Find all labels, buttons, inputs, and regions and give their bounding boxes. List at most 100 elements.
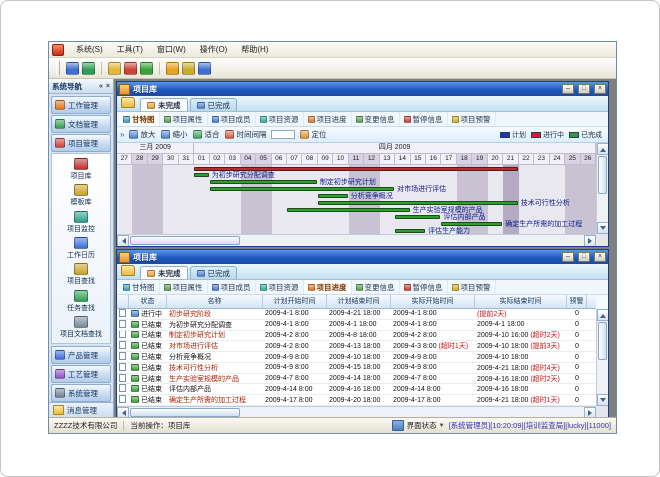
lock-icon[interactable]: [166, 62, 179, 75]
gantt-bar[interactable]: [287, 208, 410, 212]
gantt-bar[interactable]: [210, 187, 394, 191]
table-header-cell[interactable]: 状态: [129, 295, 167, 309]
view-tab[interactable]: 暂停信息: [400, 280, 448, 294]
scroll-right-button[interactable]: [584, 407, 596, 418]
menu-item[interactable]: 系统(S): [69, 43, 110, 56]
mail-icon[interactable]: [108, 62, 121, 75]
view-tab[interactable]: 项目预警: [448, 112, 496, 126]
sidebar-group[interactable]: 工作管理: [51, 96, 111, 114]
menu-item[interactable]: 帮助(H): [234, 43, 275, 56]
table-row[interactable]: 已结束制定初步研究计划2009-4-2 8:002009-4-8 18:0020…: [117, 331, 596, 342]
view-tab[interactable]: 项目属性: [160, 112, 208, 126]
v-scrollbar[interactable]: [596, 143, 608, 234]
sidebar-group[interactable]: 系统管理: [51, 384, 111, 402]
view-tab[interactable]: 项目预警: [448, 280, 496, 294]
gantt-bar[interactable]: [441, 222, 502, 226]
run-icon[interactable]: [140, 62, 153, 75]
dropdown-icon[interactable]: ▼: [439, 423, 445, 429]
folder-tab[interactable]: 已完成: [190, 98, 238, 111]
gantt-bar[interactable]: [194, 173, 208, 177]
table-header-cell[interactable]: 成: [587, 295, 596, 309]
folder-tab[interactable]: 未完成: [140, 266, 188, 279]
sidebar-group[interactable]: 文档管理: [51, 115, 111, 133]
gantt-bar[interactable]: [318, 194, 348, 198]
fit-button[interactable]: 适合: [190, 129, 222, 140]
folder-tab[interactable]: 未完成: [140, 98, 188, 111]
scroll-left-button[interactable]: [117, 235, 129, 247]
time-interval-button[interactable]: 时间间隔: [222, 129, 269, 140]
scroll-down-button[interactable]: [597, 222, 609, 234]
zoom-out-button[interactable]: 缩小: [158, 129, 190, 140]
scroll-up-button[interactable]: [597, 143, 609, 155]
network-icon[interactable]: [82, 62, 95, 75]
key-icon[interactable]: [182, 62, 195, 75]
table-row[interactable]: 已结束生产实验室规模的产品2009-4-7 8:002009-4-14 18:0…: [117, 374, 596, 385]
sidebar-item[interactable]: 项目查找: [52, 262, 110, 288]
sidebar-group[interactable]: 项目管理: [51, 134, 111, 152]
ui-state-label[interactable]: 界面状态: [407, 420, 437, 431]
sidebar-item[interactable]: 模板库: [52, 182, 110, 208]
view-tab[interactable]: 变更信息: [352, 280, 400, 294]
table-header-cell[interactable]: [117, 295, 129, 309]
sidebar-group[interactable]: 工艺管理: [51, 365, 111, 383]
minimize-button[interactable]: –: [562, 84, 574, 94]
view-tab[interactable]: 项目成员: [208, 112, 256, 126]
view-tab[interactable]: 项目进度: [304, 112, 352, 126]
sidebar-item[interactable]: 工作日历: [52, 235, 110, 261]
window-titlebar[interactable]: 项目库 – □ ×: [117, 82, 608, 96]
maximize-button[interactable]: □: [578, 84, 590, 94]
time-interval-select[interactable]: [271, 130, 295, 139]
view-tab[interactable]: 项目属性: [160, 280, 208, 294]
scroll-thumb[interactable]: [598, 156, 607, 194]
h-scrollbar[interactable]: [117, 234, 596, 246]
table-row[interactable]: 已结束对市场进行评估2009-4-2 8:002009-4-13 18:0020…: [117, 341, 596, 352]
view-tab[interactable]: 项目资源: [256, 280, 304, 294]
table-row[interactable]: 已结束确定生产所需的加工过程2009-4-17 8:002009-4-20 18…: [117, 395, 596, 406]
table-header-cell[interactable]: 实际结束时间: [475, 295, 567, 309]
maximize-button[interactable]: □: [578, 252, 590, 262]
sidebar-item[interactable]: 项目监控: [52, 209, 110, 235]
sidebar-item[interactable]: 项目库: [52, 156, 110, 182]
table-row[interactable]: 已结束分析竞争概况2009-4-9 8:002009-4-10 18:00200…: [117, 352, 596, 363]
table-header-cell[interactable]: 名称: [167, 295, 263, 309]
close-button[interactable]: ×: [594, 252, 606, 262]
table-header-cell[interactable]: 计划开始时间: [263, 295, 327, 309]
h-scrollbar[interactable]: [117, 406, 596, 417]
view-tab[interactable]: 暂停信息: [400, 112, 448, 126]
sidebar-item[interactable]: 项目文档查找: [52, 315, 110, 341]
menu-item[interactable]: 工具(T): [110, 43, 150, 56]
scroll-right-button[interactable]: [584, 235, 596, 247]
sidebar-bottom-tab[interactable]: 消息管理: [49, 402, 113, 417]
view-tab[interactable]: 甘特图: [119, 280, 160, 294]
gantt-bar[interactable]: [318, 201, 518, 205]
gantt-bar[interactable]: [395, 229, 425, 233]
table-header-cell[interactable]: 计划结束时间: [327, 295, 391, 309]
save-icon[interactable]: [66, 62, 79, 75]
sidebar-group[interactable]: 产品管理: [51, 346, 111, 364]
menu-item[interactable]: 窗口(W): [150, 43, 193, 56]
folder-tab[interactable]: 已完成: [190, 266, 238, 279]
table-row[interactable]: 已结束技术可行性分析2009-4-9 8:002009-4-15 18:0020…: [117, 363, 596, 374]
scroll-thumb[interactable]: [598, 322, 607, 360]
gantt-bar[interactable]: [395, 215, 440, 219]
table-header-cell[interactable]: 实际开始时间: [391, 295, 475, 309]
table-row[interactable]: 已结束评估内部产品2009-4-14 8:002009-4-16 18:0020…: [117, 384, 596, 395]
close-icon[interactable]: ×: [106, 82, 110, 91]
scroll-down-button[interactable]: [597, 394, 609, 406]
scroll-thumb[interactable]: [130, 236, 240, 245]
scroll-left-button[interactable]: [117, 407, 129, 418]
table-row[interactable]: 进行中初步研究阶段2009-4-1 8:002009-4-21 18:00200…: [117, 309, 596, 320]
view-tab[interactable]: 项目成员: [208, 280, 256, 294]
menu-item[interactable]: 操作(O): [193, 43, 235, 56]
window-titlebar[interactable]: 项目库 – □ ×: [117, 250, 608, 264]
view-tab[interactable]: 变更信息: [352, 112, 400, 126]
gantt-bar[interactable]: [210, 180, 317, 184]
sidebar-item[interactable]: 任务查找: [52, 288, 110, 314]
table-row[interactable]: 已结束为初步研究分配调查2009-4-1 8:002009-4-1 18:002…: [117, 320, 596, 331]
view-tab[interactable]: 项目进度: [304, 280, 352, 294]
table-header-cell[interactable]: 预警: [567, 295, 587, 309]
gantt-bar[interactable]: [194, 167, 517, 171]
v-scrollbar[interactable]: [596, 309, 608, 406]
stop-icon[interactable]: [124, 62, 137, 75]
overflow-chevron-icon[interactable]: »: [120, 130, 124, 139]
